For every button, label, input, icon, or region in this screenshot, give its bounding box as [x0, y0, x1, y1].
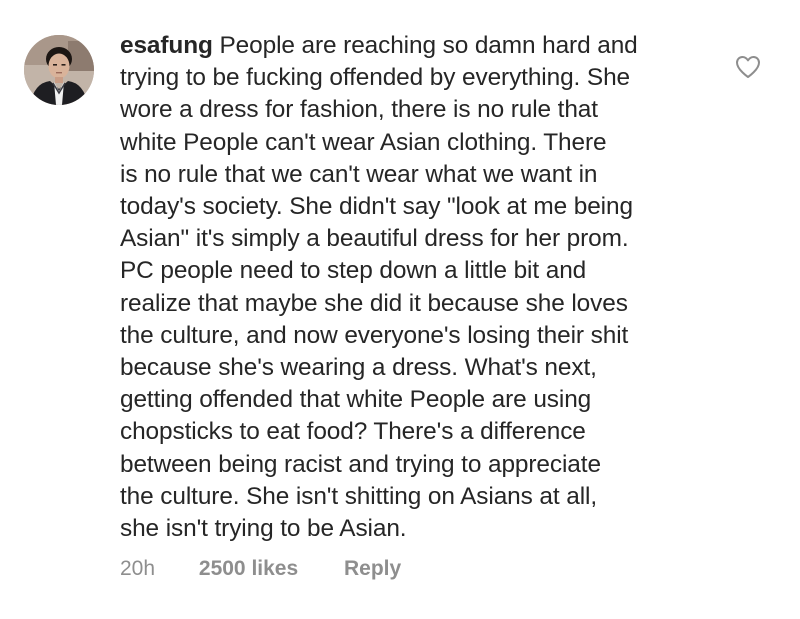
timestamp: 20h: [120, 557, 156, 580]
comment-line: the culture, and now everyone's losing t…: [120, 321, 629, 349]
comment-line: esafung People are reaching so damn hard…: [120, 30, 720, 62]
comment-meta: 20h 2500 likes Reply: [120, 556, 401, 582]
reply-button[interactable]: Reply: [344, 556, 401, 582]
avatar-photo: [24, 35, 94, 105]
avatar[interactable]: [24, 35, 94, 105]
comment-line: Asian" it's simply a beautiful dress for…: [120, 225, 629, 253]
comment-line: trying to be fucking offended by everyth…: [120, 64, 630, 92]
username-link[interactable]: esafung: [120, 32, 213, 59]
comment-line: today's society. She didn't say "look at…: [120, 193, 633, 221]
comment-line: realize that maybe she did it because sh…: [120, 289, 628, 317]
comment-line: because she's wearing a dress. What's ne…: [120, 354, 597, 382]
comment-line: she isn't trying to be Asian.: [120, 515, 407, 543]
comment-line: PC people need to step down a little bit…: [120, 257, 587, 285]
comment: esafung People are reaching so damn hard…: [0, 0, 800, 619]
comment-line: wore a dress for fashion, there is no ru…: [120, 96, 598, 124]
heart-outline-icon[interactable]: [735, 55, 761, 79]
likes-count[interactable]: 2500 likes: [199, 556, 298, 582]
comment-text: People are reaching so damn hard and: [219, 32, 638, 59]
comment-body: esafung People are reaching so damn hard…: [120, 30, 720, 545]
comment-line: chopsticks to eat food? There's a differ…: [120, 418, 586, 446]
comment-line: white People can't wear Asian clothing. …: [120, 128, 607, 156]
comment-line: getting offended that white People are u…: [120, 386, 592, 414]
comment-line: the culture. She isn't shitting on Asian…: [120, 482, 598, 510]
comment-line: is no rule that we can't wear what we wa…: [120, 160, 598, 188]
comment-line: between being racist and trying to appre…: [120, 450, 601, 478]
